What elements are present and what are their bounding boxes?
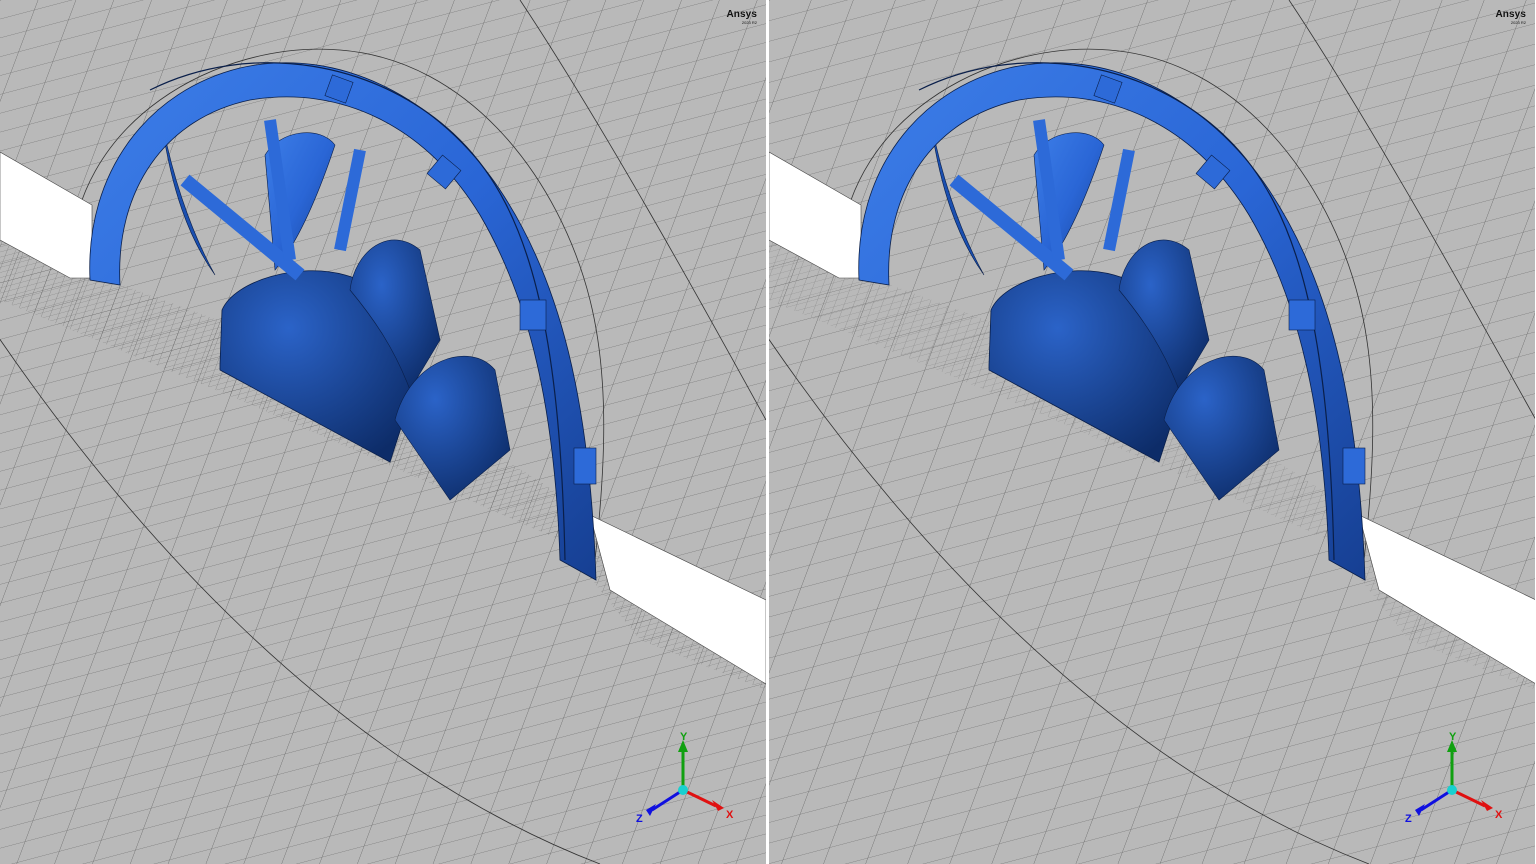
y-axis-label: Y [680, 731, 688, 743]
graphics-viewport-right[interactable]: Ansys 2023 R2 Y X Z [769, 0, 1535, 864]
z-axis-line [1420, 788, 1453, 812]
x-axis-line [682, 788, 717, 808]
logo-version: 2023 R2 [1510, 20, 1526, 25]
logo-brand: Ansys [726, 9, 757, 20]
ring-tab [1342, 447, 1366, 485]
ring-tab [573, 447, 597, 485]
axis-origin [1447, 785, 1457, 795]
z-axis-label: Z [1405, 813, 1412, 825]
ansys-logo: Ansys 2023 R2 [1495, 10, 1526, 25]
z-axis-label: Z [636, 813, 643, 825]
graphics-viewport-left[interactable]: Ansys 2023 R2 Y X Z [0, 0, 766, 864]
logo-brand: Ansys [1495, 9, 1526, 20]
z-axis-line [651, 788, 684, 812]
axis-triad[interactable]: Y X Z [1397, 728, 1517, 828]
ring-tab [1288, 299, 1316, 331]
axis-triad[interactable]: Y X Z [628, 728, 748, 828]
axis-origin [678, 785, 688, 795]
logo-version: 2023 R2 [741, 20, 757, 25]
x-axis-label: X [1495, 809, 1503, 821]
y-axis-label: Y [1449, 731, 1457, 743]
x-axis-label: X [726, 809, 734, 821]
ansys-logo: Ansys 2023 R2 [726, 10, 757, 25]
ring-tab [519, 299, 547, 331]
x-axis-line [1451, 788, 1486, 808]
